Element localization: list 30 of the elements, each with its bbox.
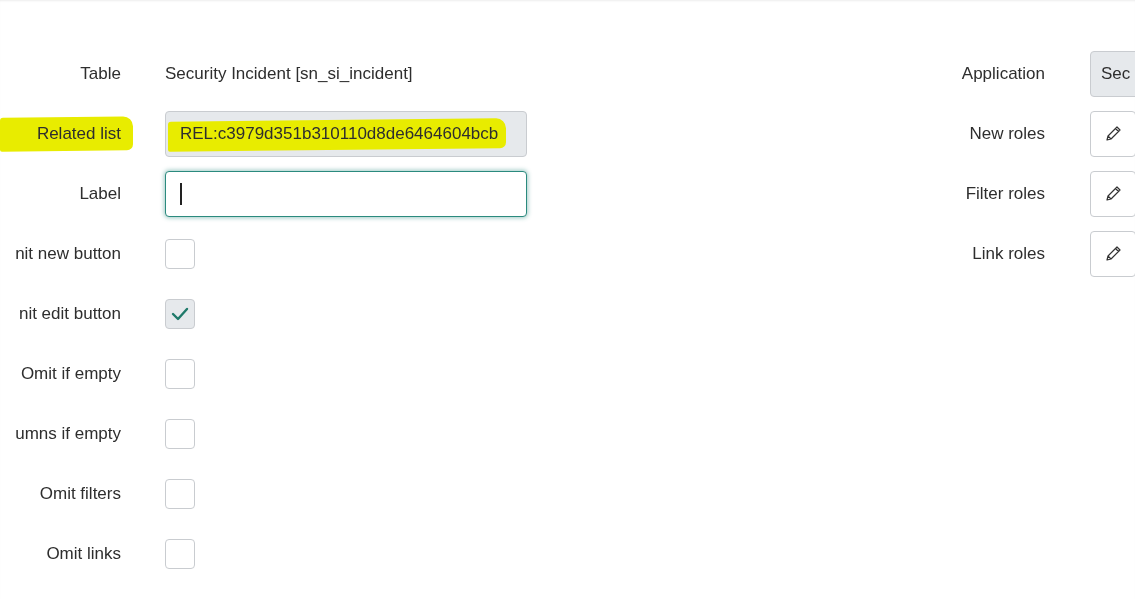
readonly-field[interactable]: Sec xyxy=(1090,51,1135,97)
field-label: Table xyxy=(80,64,121,84)
checkbox[interactable] xyxy=(165,479,195,509)
field-label: Filter roles xyxy=(965,184,1045,204)
pencil-icon xyxy=(1104,185,1122,203)
field-label: nit edit button xyxy=(18,304,121,324)
checkmark-icon xyxy=(171,307,189,321)
field-label: New roles xyxy=(969,124,1045,144)
field-value: Security Incident [sn_si_incident] xyxy=(165,64,413,84)
field-label: umns if empty xyxy=(15,424,121,444)
edit-button[interactable] xyxy=(1090,231,1135,277)
edit-button[interactable] xyxy=(1090,111,1135,157)
field-label: Omit filters xyxy=(39,484,121,504)
field-label: Link roles xyxy=(972,244,1045,264)
field-label: Omit if empty xyxy=(20,364,121,384)
field-label: Label xyxy=(79,184,121,204)
checkbox[interactable] xyxy=(165,539,195,569)
readonly-field[interactable]: REL:c3979d351b310110d8de6464604bcb xyxy=(165,111,527,157)
field-label: Omit links xyxy=(46,544,121,564)
edit-button[interactable] xyxy=(1090,171,1135,217)
checkbox[interactable] xyxy=(165,359,195,389)
field-label: nit new button xyxy=(15,244,121,264)
checkbox[interactable] xyxy=(165,239,195,269)
field-label: Related list xyxy=(36,124,121,144)
checkbox[interactable] xyxy=(165,299,195,329)
field-label: Application xyxy=(961,64,1045,84)
checkbox[interactable] xyxy=(165,419,195,449)
pencil-icon xyxy=(1104,125,1122,143)
input-field[interactable] xyxy=(165,171,527,217)
pencil-icon xyxy=(1104,245,1122,263)
